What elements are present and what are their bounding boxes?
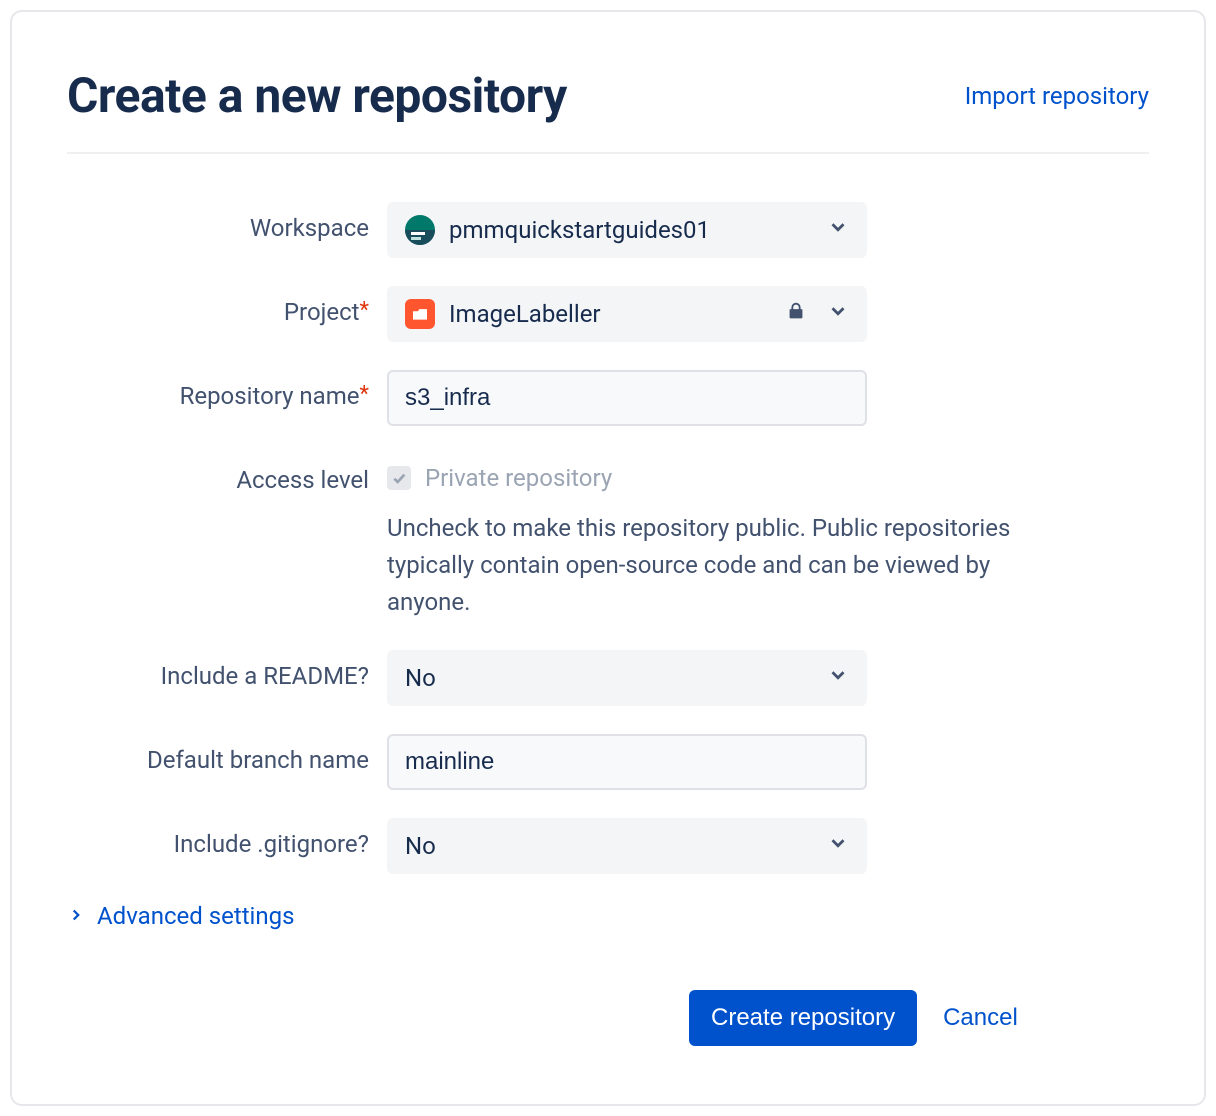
project-select[interactable]: ImageLabeller	[387, 286, 867, 342]
repo-name-input[interactable]	[387, 370, 867, 426]
label-gitignore: Include .gitignore?	[67, 818, 387, 860]
project-value: ImageLabeller	[449, 300, 601, 328]
label-repo-name: Repository name*	[67, 370, 387, 412]
check-icon	[391, 470, 407, 486]
header: Create a new repository Import repositor…	[67, 67, 1149, 154]
cancel-button[interactable]: Cancel	[943, 1004, 1018, 1032]
lock-icon	[785, 300, 807, 328]
private-checkbox[interactable]	[387, 466, 411, 490]
label-readme: Include a README?	[67, 650, 387, 692]
readme-select[interactable]: No	[387, 650, 867, 706]
workspace-select[interactable]: pmmquickstartguides01	[387, 202, 867, 258]
workspace-value: pmmquickstartguides01	[449, 216, 710, 244]
row-gitignore: Include .gitignore? No	[67, 818, 1149, 874]
advanced-settings-label: Advanced settings	[97, 902, 295, 930]
advanced-settings-toggle[interactable]: Advanced settings	[67, 902, 1149, 930]
row-access: Access level Private repository Uncheck …	[67, 454, 1149, 622]
readme-value: No	[405, 664, 436, 692]
label-access: Access level	[67, 454, 387, 496]
chevron-down-icon	[827, 832, 849, 860]
import-repository-link[interactable]: Import repository	[965, 82, 1149, 110]
row-workspace: Workspace pmmquickstartguides01	[67, 202, 1149, 258]
row-default-branch: Default branch name	[67, 734, 1149, 790]
default-branch-input[interactable]	[387, 734, 867, 790]
row-repo-name: Repository name*	[67, 370, 1149, 426]
chevron-down-icon	[827, 216, 849, 244]
private-checkbox-label: Private repository	[425, 464, 612, 492]
create-repo-panel: Create a new repository Import repositor…	[10, 10, 1206, 1106]
gitignore-value: No	[405, 832, 436, 860]
workspace-avatar-icon	[405, 215, 435, 245]
label-default-branch: Default branch name	[67, 734, 387, 776]
label-project: Project*	[67, 286, 387, 328]
access-help-text: Uncheck to make this repository public. …	[387, 510, 1027, 622]
form: Workspace pmmquickstartguides01	[67, 202, 1149, 1046]
create-repository-button[interactable]: Create repository	[689, 990, 917, 1046]
gitignore-select[interactable]: No	[387, 818, 867, 874]
chevron-down-icon	[827, 300, 849, 328]
footer: Create repository Cancel	[67, 990, 1149, 1046]
chevron-down-icon	[827, 664, 849, 692]
project-avatar-icon	[405, 299, 435, 329]
chevron-right-icon	[67, 902, 85, 930]
page-title: Create a new repository	[67, 67, 567, 124]
row-project: Project* ImageLabeller	[67, 286, 1149, 342]
label-workspace: Workspace	[67, 202, 387, 244]
row-readme: Include a README? No	[67, 650, 1149, 706]
